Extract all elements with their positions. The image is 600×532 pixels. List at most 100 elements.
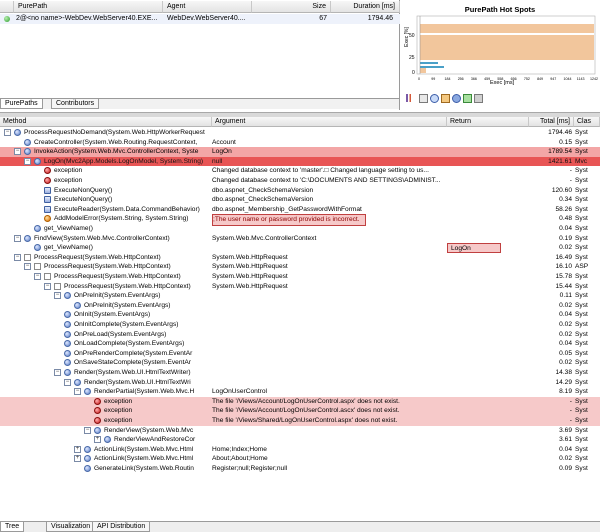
tree-row[interactable]: OnInitComplete(System.EventArgs) 0.02 Syst [0, 320, 600, 330]
column-size[interactable]: Size [252, 1, 331, 13]
exception-row[interactable]: exception Changed database context to 'C:… [0, 176, 600, 186]
tree-row[interactable]: − InvokeAction(System.Web.Mvc.ControllerC… [0, 147, 600, 157]
return-value [447, 301, 527, 311]
refresh-icon[interactable] [452, 94, 461, 103]
tab-contributors[interactable]: Contributors [51, 99, 100, 109]
collapse-icon[interactable]: − [54, 292, 61, 300]
collapse-icon[interactable]: − [34, 273, 41, 280]
collapse-icon[interactable]: − [74, 388, 81, 396]
tree-row[interactable]: get_ViewName() LogOn 0.02 Syst [0, 243, 600, 253]
argument-value [212, 435, 446, 445]
method-name: RenderPartial(System.Web.Mvc.H [94, 388, 195, 396]
class-name: Syst [575, 292, 588, 300]
return-value [447, 157, 527, 167]
tree-row[interactable]: OnPreLoad(System.EventArgs) 0.02 Syst [0, 330, 600, 340]
collapse-icon[interactable]: − [54, 369, 61, 376]
tree-row[interactable]: − LogOn(Mvc2App.Models.LogOnModel, System… [0, 156, 600, 167]
export-icon[interactable] [463, 94, 472, 103]
method-name: AddModelError(System.String, System.Stri… [54, 215, 189, 223]
tree-row[interactable]: − Render(System.Web.UI.HtmlTextWri 14.29 Sy… [0, 378, 600, 388]
tree-row[interactable]: OnSaveStateComplete(System.EventAr 0.02 Sy… [0, 358, 600, 368]
column-agent[interactable]: Agent [163, 1, 252, 13]
class-name: Syst [575, 445, 588, 453]
tree-row[interactable]: ExecuteReader(System.Data.CommandBehavio… [0, 205, 600, 215]
return-value [447, 320, 527, 330]
tree-row[interactable]: AddModelError(System.String, System.Stri… [0, 214, 600, 226]
tree-row[interactable]: OnPreInit(System.EventArgs) 0.02 Syst [0, 301, 600, 311]
column-total[interactable]: Total [ms] [529, 117, 574, 127]
tree-row[interactable]: get_ViewName() 0.04 Syst [0, 224, 600, 234]
collapse-icon[interactable]: − [14, 253, 21, 261]
method-name: OnPreInit(System.EventArgs) [84, 301, 171, 309]
tree-row[interactable]: − RenderView(System.Web.Mvc 3.69 Syst [0, 426, 600, 436]
method-name: exception [54, 167, 83, 175]
tree-row[interactable]: − ProcessRequest(System.Web.HttpContext) S… [0, 282, 600, 292]
zoom-icon[interactable] [430, 94, 439, 103]
class-name: Syst [575, 186, 588, 194]
exception-row[interactable]: exception The file '/Views/Account/LogOnU… [0, 396, 600, 407]
tree-row[interactable]: − RenderPartial(System.Web.Mvc.H LogOnUser… [0, 387, 600, 397]
method-name: OnLoadComplete(System.EventArgs) [74, 340, 185, 348]
tree-row[interactable]: CreateController(System.Web.Routing.Requ… [0, 138, 600, 148]
tree-row[interactable]: + ActionLink(System.Web.Mvc.Html Home;Inde… [0, 445, 600, 455]
tab-purepaths[interactable]: PurePaths [0, 99, 43, 109]
tree-row[interactable]: OnInit(System.EventArgs) 0.04 Syst [0, 310, 600, 320]
total-ms: 3.61 [559, 436, 572, 444]
tree-row[interactable]: ExecuteNonQuery() dbo.aspnet_CheckSchemaV… [0, 186, 600, 196]
tree-row[interactable]: OnLoadComplete(System.EventArgs) 0.04 Syst [0, 339, 600, 349]
tree-row[interactable]: OnPreRenderComplete(System.EventAr 0.05 Sy… [0, 349, 600, 359]
exception-icon [94, 397, 101, 405]
collapse-icon[interactable]: − [24, 157, 31, 165]
tree-row[interactable]: − ProcessRequest(System.Web.HttpContext) S… [0, 253, 600, 263]
tree-row[interactable]: − ProcessRequest(System.Web.HttpContext) S… [0, 272, 600, 282]
filter-icon[interactable] [441, 94, 450, 103]
collapse-icon[interactable]: − [24, 263, 31, 271]
class-name: Syst [575, 388, 588, 396]
tree-row[interactable]: − FindView(System.Web.Mvc.ControllerConte… [0, 234, 600, 244]
collapse-icon[interactable]: − [44, 282, 51, 290]
pin-icon[interactable] [419, 94, 428, 103]
argument-value: System.Web.HttpRequest [212, 263, 288, 271]
hotspots-ylabel: Exec [%] [404, 27, 410, 47]
tree-row[interactable]: − Render(System.Web.UI.HtmlTextWriter) 14.… [0, 368, 600, 378]
expand-icon[interactable]: + [94, 436, 101, 444]
collapse-icon[interactable]: − [64, 378, 71, 386]
exception-row[interactable]: exception Changed database context to 'ma… [0, 166, 600, 176]
tree-row[interactable]: ExecuteNonQuery() dbo.aspnet_CheckSchemaV… [0, 195, 600, 205]
column-method[interactable]: Method [0, 117, 212, 127]
purepaths-status-column-header[interactable] [0, 1, 14, 13]
column-argument[interactable]: Argument [212, 117, 447, 127]
column-purepath[interactable]: PurePath [14, 1, 163, 13]
class-name: Syst [575, 205, 588, 213]
expand-icon[interactable]: + [74, 445, 81, 453]
purepath-size: 67 [319, 15, 327, 22]
settings-icon[interactable] [474, 94, 483, 103]
tree-row[interactable]: − ProcessRequestNoDemand(System.Web.HttpW… [0, 128, 600, 138]
tree-row[interactable]: − ProcessRequest(System.Web.HttpContext) S… [0, 262, 600, 272]
column-duration[interactable]: Duration [ms] [331, 1, 400, 13]
exception-row[interactable]: exception The file '/Views/Account/LogOnU… [0, 406, 600, 416]
collapse-icon[interactable]: − [14, 148, 21, 156]
class-name: Syst [575, 378, 588, 386]
class-name: Syst [575, 225, 588, 232]
collapse-icon[interactable]: − [14, 234, 21, 242]
column-return[interactable]: Return [447, 117, 529, 127]
method-name: RenderView(System.Web.Mvc [104, 426, 194, 434]
total-ms: 0.04 [559, 340, 572, 348]
tree-row[interactable]: − OnPreInit(System.EventArgs) 0.11 Syst [0, 291, 600, 301]
tree-row[interactable]: + RenderViewAndRestoreCor 3.61 Syst [0, 435, 600, 445]
expand-icon[interactable]: + [74, 455, 81, 463]
column-class[interactable]: Clas [574, 117, 600, 127]
return-value [447, 435, 527, 445]
tree-row[interactable]: GenerateLink(System.Web.Routin Register;n… [0, 464, 600, 474]
purepath-row[interactable]: 2@<no name>-WebDev.WebServer40.EXE... We… [0, 14, 400, 24]
argument-value [212, 378, 446, 388]
method-name: exception [104, 397, 133, 405]
chart-bar-icon[interactable] [406, 94, 413, 102]
exception-row[interactable]: exception The file '/Views/Shared/LogOnUs… [0, 416, 600, 426]
collapse-icon[interactable]: − [4, 129, 11, 136]
collapse-icon[interactable]: − [84, 426, 91, 434]
hotspot-bar-2 [420, 35, 594, 60]
return-value [447, 330, 527, 340]
tree-row[interactable]: + ActionLink(System.Web.Mvc.Html About;Abo… [0, 454, 600, 464]
